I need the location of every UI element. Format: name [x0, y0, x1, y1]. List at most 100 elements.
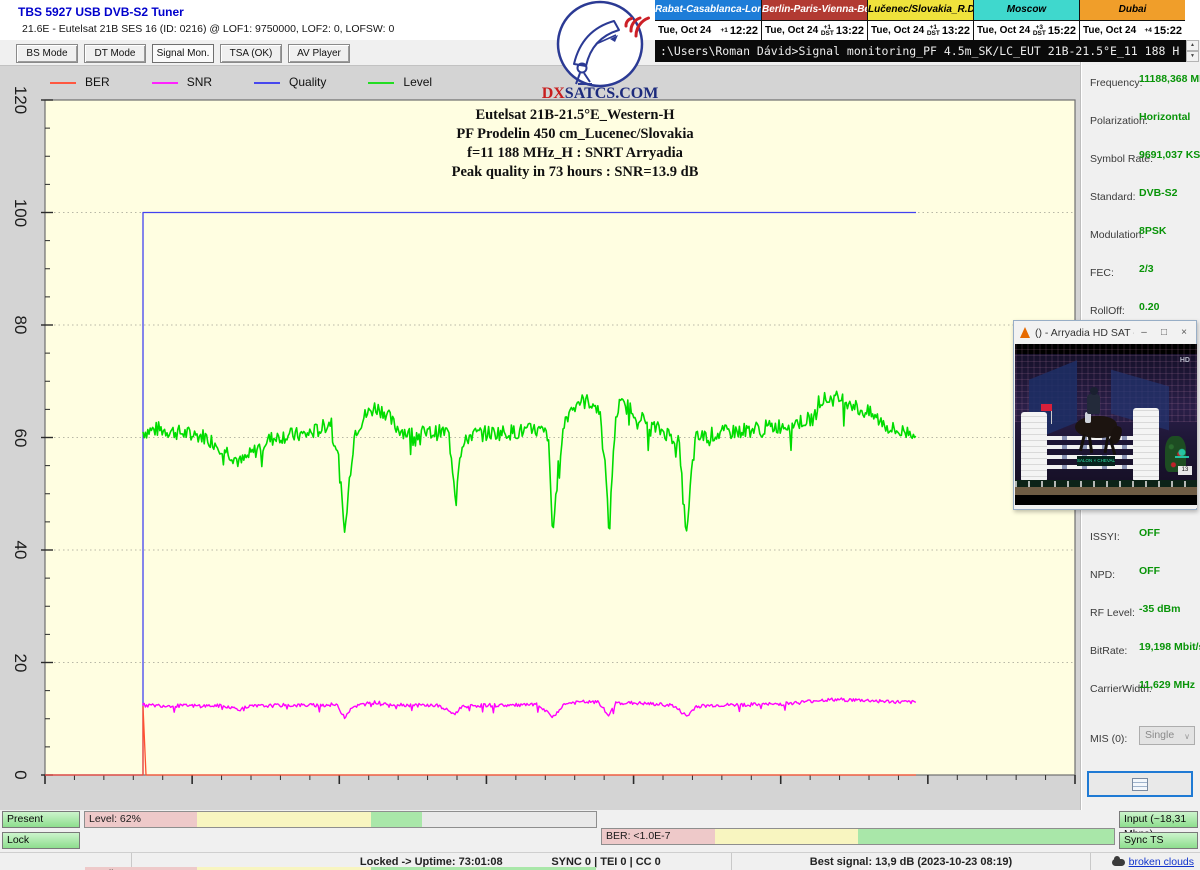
red-flag: [1041, 404, 1052, 411]
present-indicator: Present: [2, 811, 80, 828]
sponsor-board: SALON × CHEVAL: [1077, 456, 1115, 466]
clock-city: Lučenec/Slovakia_R.Dávid: [868, 0, 973, 21]
chart-title-line: Peak quality in 73 hours : SNR=13.9 dB: [45, 163, 1105, 182]
clock-time-row: Tue, Oct 24+3DST15:22: [974, 21, 1079, 40]
scroll-up-icon[interactable]: ▲: [1186, 40, 1199, 51]
clock-date: Tue, Oct 24: [871, 25, 924, 36]
param-row: Frequency:11188,368 MHz: [1090, 73, 1197, 87]
close-icon[interactable]: ×: [1174, 327, 1194, 338]
list-icon: [1132, 778, 1148, 791]
tab-bs-mode[interactable]: BS Mode: [16, 44, 78, 63]
clock-offset: +3DST: [1033, 25, 1046, 37]
scroll-down-icon[interactable]: ▼: [1186, 51, 1199, 62]
console-prompt[interactable]: :\Users\Roman Dávid>Signal monitoring_PF…: [655, 40, 1186, 62]
param-label: ISSYI:: [1090, 531, 1120, 543]
vlc-titlebar[interactable]: () - Arryadia HD SAT -... – □ ×: [1014, 321, 1196, 344]
clock-offset: +1DST: [821, 25, 834, 37]
clock-offset: +1: [720, 28, 727, 34]
svg-text:DXSATCS.COM: DXSATCS.COM: [542, 85, 659, 102]
tab-tsa[interactable]: TSA (OK): [220, 44, 282, 63]
best-signal-section: Best signal: 13,9 dB (2023-10-23 08:19): [731, 853, 1090, 870]
vlc-window[interactable]: () - Arryadia HD SAT -... – □ × SALON × …: [1013, 320, 1197, 510]
param-label: BitRate:: [1090, 645, 1127, 657]
jump-standard-left: [1021, 412, 1047, 482]
ber-meter: BER: <1.0E-7: [601, 828, 1115, 845]
meter-segment: [715, 829, 858, 844]
param-value: OFF: [1139, 565, 1160, 577]
panel-action-button[interactable]: [1087, 771, 1193, 797]
clock-offset: +1DST: [927, 25, 940, 37]
clock-time: 12:22: [730, 25, 758, 37]
param-row: Polarization:Horizontal: [1090, 111, 1197, 125]
param-value: 11,629 MHz: [1139, 679, 1195, 691]
tab-signal-mon[interactable]: Signal Mon.: [152, 44, 214, 63]
jump-standard-right: [1133, 408, 1159, 482]
vlc-title: () - Arryadia HD SAT -...: [1035, 327, 1134, 339]
meter-segment: [858, 829, 1114, 844]
clock-time: 15:22: [1048, 25, 1076, 37]
clock-date: Tue, Oct 24: [658, 25, 711, 36]
rider-silhouette: [1087, 394, 1100, 414]
param-label: Modulation:: [1090, 229, 1144, 241]
tuner-subtitle: 21.6E - Eutelsat 21B SES 16 (ID: 0216) @…: [22, 23, 394, 35]
clock-time: 13:22: [942, 25, 970, 37]
chart-title-line: f=11 188 MHz_H : SNRT Arryadia: [45, 144, 1105, 163]
clock-3: MoscowTue, Oct 24+3DST15:22: [973, 0, 1079, 40]
minimize-icon[interactable]: –: [1134, 327, 1154, 338]
clock-time: 15:22: [1154, 25, 1182, 37]
best-signal-text: Best signal: 13,9 dB (2023-10-23 08:19): [810, 856, 1012, 868]
clock-time-row: Tue, Oct 24+1DST13:22: [762, 21, 867, 40]
rider-helmet: [1090, 387, 1098, 395]
clock-offset: +4: [1144, 28, 1151, 34]
hd-watermark: HD: [1180, 357, 1190, 364]
param-label: RollOff:: [1090, 305, 1125, 317]
quality-meter: Quality: 100%: [84, 866, 597, 870]
tab-dt-mode[interactable]: DT Mode: [84, 44, 146, 63]
vlc-window-edge: [1015, 505, 1197, 508]
param-value: 8PSK: [1139, 225, 1166, 237]
clock-4: Dubai Tue, Oct 24 +415:22: [1079, 0, 1185, 40]
world-clocks: Rabat-Casablanca-LondonTue, Oct 24+112:2…: [655, 0, 1185, 40]
chart-title-line: Eutelsat 21B-21.5°E_Western-H: [45, 106, 1105, 125]
clock-city: Dubai: [1080, 0, 1185, 21]
tab-av-player[interactable]: AV Player: [288, 44, 350, 63]
param-row: FEC:2/3: [1090, 263, 1197, 277]
clock-date: Tue, Oct 24: [1083, 25, 1136, 36]
window-title: TBS 5927 USB DVB-S2 Tuner: [18, 5, 184, 19]
maximize-icon[interactable]: □: [1154, 327, 1174, 338]
meter-segment: [197, 812, 371, 827]
y-tick-label: 120: [10, 80, 30, 120]
console-scrollbar[interactable]: ▲ ▼: [1186, 40, 1199, 62]
channel-logo: [1175, 446, 1189, 462]
param-label: NPD:: [1090, 569, 1115, 581]
sync-ts-indicator: Sync TS: [1119, 832, 1198, 849]
param-row: ISSYI: OFF: [1090, 527, 1197, 541]
tbs-signal-monitor-app: TBS 5927 USB DVB-S2 Tuner 21.6E - Eutels…: [0, 0, 1200, 870]
y-tick-label: 40: [10, 530, 30, 570]
clock-date: Tue, Oct 24: [765, 25, 818, 36]
param-value: DVB-S2: [1139, 187, 1178, 199]
param-value: 2/3: [1139, 263, 1154, 275]
param-row: Symbol Rate:9691,037 KS/s: [1090, 149, 1197, 163]
param-label: Frequency:: [1090, 77, 1143, 89]
param-row: BitRate: 19,198 Mbit/s: [1090, 641, 1197, 655]
y-tick-label: 0: [10, 755, 30, 795]
vlc-cone-icon: [1020, 327, 1030, 338]
weather-link[interactable]: broken clouds: [1129, 856, 1194, 868]
param-label: MIS (0):: [1090, 733, 1127, 745]
weather-section: broken clouds: [1090, 853, 1200, 870]
level-meter: Level: 62%: [84, 811, 597, 828]
logo-text-rest: SATCS.COM: [565, 85, 659, 102]
uptime-text: Locked -> Uptime: 73:01:08: [360, 856, 503, 868]
clock-city: Moscow: [974, 0, 1079, 21]
mode-tabs: BS Mode DT Mode Signal Mon. TSA (OK) AV …: [16, 44, 350, 63]
clock-time: 13:22: [836, 25, 864, 37]
param-value: 19,198 Mbit/s: [1139, 641, 1200, 653]
y-tick-label: 20: [10, 643, 30, 683]
param-value: OFF: [1139, 527, 1160, 539]
clock-2: Lučenec/Slovakia_R.Dávid Tue, Oct 24+1DST…: [867, 0, 973, 40]
meter-segment: [371, 812, 422, 827]
ber-label: BER: <1.0E-7: [606, 829, 671, 844]
y-tick-label: 80: [10, 305, 30, 345]
logo-text-dx: DX: [542, 85, 566, 102]
